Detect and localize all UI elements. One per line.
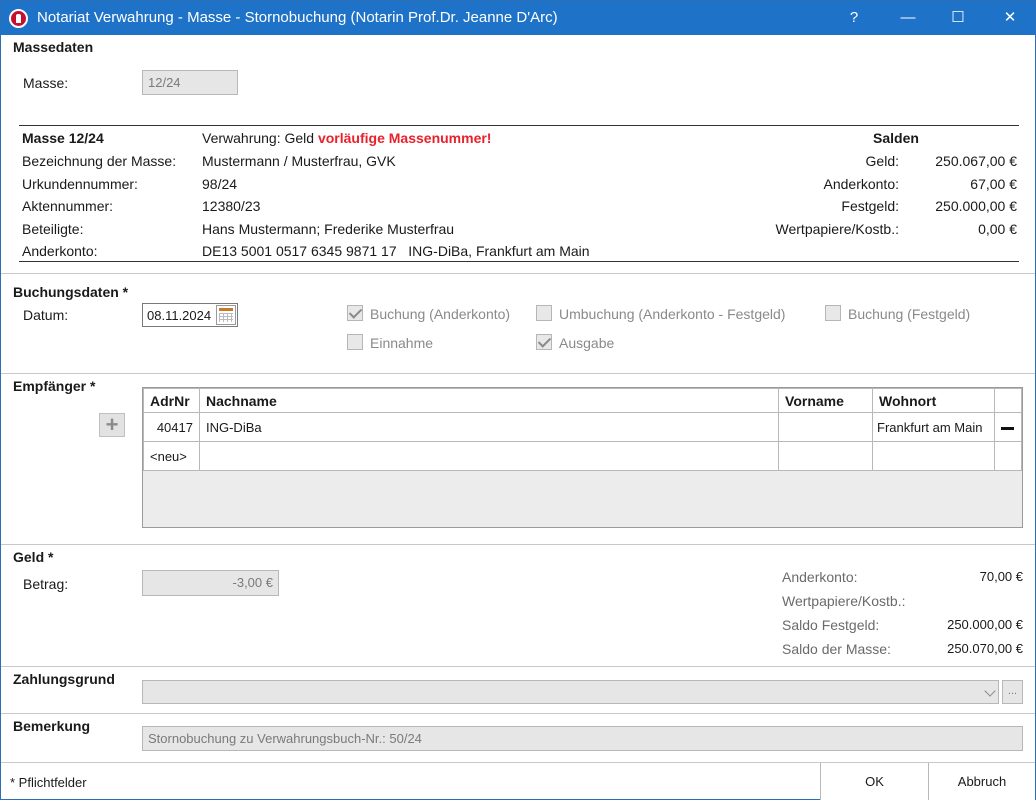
summary-value-saldo-festgeld: 250.000,00 € (947, 617, 1023, 632)
verwahrung-prefix: Verwahrung: Geld (202, 130, 315, 146)
abbruch-button[interactable]: Abbruch (928, 763, 1035, 800)
cell-empty (993, 441, 1023, 471)
salden-label-festgeld: Festgeld: (841, 198, 899, 214)
ok-button[interactable]: OK (820, 763, 928, 800)
maximize-button[interactable]: ☐ (933, 1, 983, 35)
zahlungsgrund-select[interactable] (142, 680, 999, 704)
table-row-new[interactable]: <neu> (143, 441, 1023, 471)
cell-nachname[interactable]: ING-DiBa (198, 412, 780, 442)
masse-label: Masse: (23, 75, 69, 91)
section-divider (1, 544, 1035, 545)
column-header-nachname[interactable]: Nachname (198, 388, 780, 413)
salden-value-festgeld: 250.000,00 € (935, 198, 1017, 214)
column-header-adrnr[interactable]: AdrNr (143, 388, 200, 413)
cell-empty[interactable] (778, 441, 873, 471)
calendar-icon[interactable] (216, 305, 236, 325)
zahlungsgrund-title: Zahlungsgrund (13, 671, 115, 687)
section-divider (1, 713, 1035, 714)
salden-value-geld: 250.067,00 € (935, 153, 1017, 169)
info-value-urkundennummer: 98/24 (202, 176, 238, 192)
info-label-urkundennummer: Urkundennummer: (22, 176, 138, 192)
verwahrung-warning: vorläufige Massenummer! (317, 130, 492, 146)
checkbox-label-buchung-festgeld: Buchung (Festgeld) (848, 306, 971, 322)
minus-icon (1001, 426, 1015, 430)
app-logo-icon (9, 9, 28, 28)
add-recipient-button[interactable]: + (99, 413, 125, 437)
info-label-beteiligte: Beteiligte: (22, 221, 84, 237)
checkbox-buchung-anderkonto[interactable] (347, 305, 363, 321)
plus-icon: + (105, 412, 119, 437)
masse-input[interactable]: 12/24 (142, 70, 238, 95)
summary-value-saldo-masse: 250.070,00 € (947, 641, 1023, 656)
info-value-bezeichnung: Mustermann / Musterfrau, GVK (202, 153, 396, 169)
summary-label-anderkonto: Anderkonto: (782, 569, 858, 585)
checkbox-label-umbuchung: Umbuchung (Anderkonto - Festgeld) (559, 306, 786, 322)
betrag-label: Betrag: (23, 576, 69, 592)
cell-empty[interactable] (872, 441, 995, 471)
summary-value-anderkonto: 70,00 € (979, 569, 1023, 584)
section-divider (1, 273, 1035, 274)
verwahrung-line: Verwahrung: Geld vorläufige Massenummer! (202, 130, 491, 146)
empfaenger-title: Empfänger * (13, 378, 96, 394)
info-top-divider (19, 125, 1019, 126)
remove-row-button[interactable] (993, 412, 1023, 442)
info-value-aktennummer: 12380/23 (202, 198, 261, 214)
checkbox-einnahme[interactable] (347, 334, 363, 350)
datum-label: Datum: (23, 307, 69, 323)
bemerkung-title: Bemerkung (13, 718, 91, 734)
info-value-beteiligte: Hans Mustermann; Frederike Musterfrau (202, 221, 455, 237)
close-button[interactable]: ✕ (985, 1, 1035, 35)
window-title: Notariat Verwahrung - Masse - Stornobuch… (37, 9, 558, 26)
info-label-bezeichnung: Bezeichnung der Masse: (22, 153, 177, 169)
checkbox-label-einnahme: Einnahme (370, 335, 434, 351)
geld-title: Geld * (13, 549, 54, 565)
info-label-aktennummer: Aktennummer: (22, 198, 114, 214)
dialog-window: Notariat Verwahrung - Masse - Stornobuch… (0, 0, 1036, 800)
title-bar: Notariat Verwahrung - Masse - Stornobuch… (1, 1, 1035, 35)
minimize-button[interactable]: — (883, 1, 933, 35)
masse-heading: Masse 12/24 (22, 130, 104, 146)
salden-value-anderkonto: 67,00 € (970, 176, 1017, 192)
salden-value-wertpapiere: 0,00 € (978, 221, 1017, 237)
bemerkung-input[interactable]: Stornobuchung zu Verwahrungsbuch-Nr.: 50… (142, 726, 1023, 751)
massedaten-title: Massedaten (13, 39, 94, 55)
zahlungsgrund-browse-button[interactable]: ... (1002, 680, 1023, 704)
salden-label-geld: Geld: (865, 153, 899, 169)
column-header-action (993, 388, 1023, 413)
cell-adrnr[interactable]: 40417 (143, 412, 200, 442)
pflichtfelder-note: * Pflichtfelder (10, 775, 87, 790)
cell-empty[interactable] (198, 441, 780, 471)
checkbox-buchung-festgeld[interactable] (825, 305, 841, 321)
cell-wohnort[interactable]: Frankfurt am Main (872, 412, 995, 442)
section-divider (1, 373, 1035, 374)
buchungsdaten-title: Buchungsdaten * (13, 284, 129, 300)
table-row[interactable]: 40417 ING-DiBa Frankfurt am Main (143, 412, 1023, 442)
checkbox-umbuchung[interactable] (536, 305, 552, 321)
column-header-wohnort[interactable]: Wohnort (872, 388, 995, 413)
salden-label-wertpapiere: Wertpapiere/Kostb.: (775, 221, 899, 237)
chevron-down-icon (984, 685, 996, 697)
section-divider (1, 666, 1035, 667)
info-value-anderkonto: DE13 5001 0517 6345 9871 17 ING-DiBa, Fr… (202, 243, 590, 259)
recipient-table: AdrNr Nachname Vorname Wohnort 40417 ING… (143, 388, 1023, 471)
salden-label-anderkonto: Anderkonto: (823, 176, 900, 192)
cell-vorname[interactable] (778, 412, 873, 442)
cell-new-row[interactable]: <neu> (143, 441, 200, 471)
info-label-anderkonto: Anderkonto: (22, 243, 98, 259)
salden-heading: Salden (873, 130, 919, 146)
summary-label-saldo-masse: Saldo der Masse: (782, 641, 891, 657)
summary-label-wertpapiere: Wertpapiere/Kostb.: (782, 593, 906, 609)
checkbox-ausgabe[interactable] (536, 334, 552, 350)
info-bottom-divider (19, 261, 1019, 262)
summary-label-saldo-festgeld: Saldo Festgeld: (782, 617, 880, 633)
help-button[interactable]: ? (829, 1, 879, 35)
recipient-grid: AdrNr Nachname Vorname Wohnort 40417 ING… (142, 387, 1023, 528)
table-header-row: AdrNr Nachname Vorname Wohnort (143, 388, 1023, 413)
checkbox-label-ausgabe: Ausgabe (559, 335, 615, 351)
betrag-input[interactable]: -3,00 € (142, 570, 279, 596)
checkbox-label-buchung-anderkonto: Buchung (Anderkonto) (370, 306, 511, 322)
column-header-vorname[interactable]: Vorname (778, 388, 873, 413)
